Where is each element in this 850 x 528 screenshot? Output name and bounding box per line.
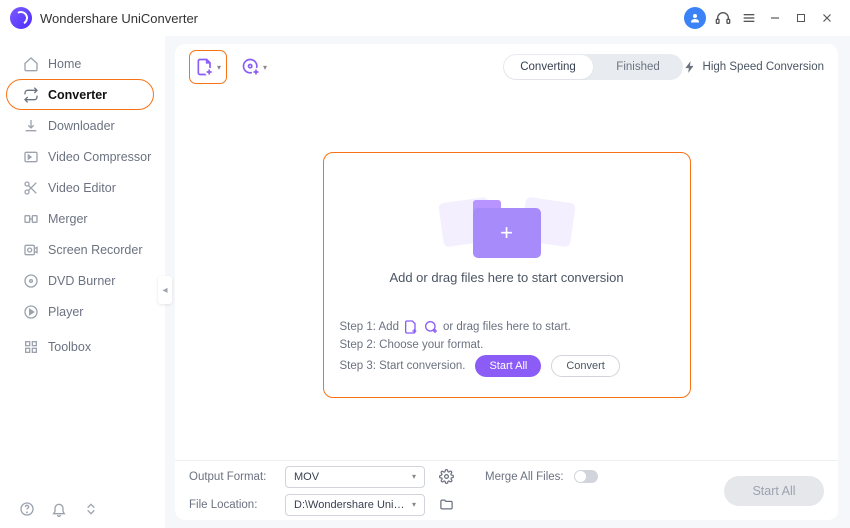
sidebar-item-toolbox[interactable]: Toolbox [0, 331, 165, 362]
sidebar-item-merger[interactable]: Merger [0, 203, 165, 234]
tab-converting[interactable]: Converting [504, 55, 593, 79]
converter-icon [22, 86, 40, 104]
file-location-value: D:\Wondershare UniConverter [294, 499, 412, 511]
menu-icon[interactable] [736, 5, 762, 31]
start-all-button[interactable]: Start All [724, 476, 824, 506]
sidebar-item-converter[interactable]: Converter [0, 79, 165, 110]
grid-icon [22, 338, 40, 356]
sidebar-item-label: Player [48, 305, 83, 319]
file-location-select[interactable]: D:\Wondershare UniConverter ▾ [285, 494, 425, 516]
scissors-icon [22, 179, 40, 197]
main-toolbar: ▾ ▾ Converting Finished High Speed Conve… [175, 44, 838, 90]
sidebar-collapse-handle[interactable]: ◂ [158, 276, 172, 304]
merge-label: Merge All Files: [485, 471, 564, 483]
lightning-icon [683, 60, 697, 74]
chevron-down-icon: ▾ [412, 472, 416, 481]
merger-icon [22, 210, 40, 228]
headset-icon[interactable] [710, 5, 736, 31]
sidebar-item-label: Video Editor [48, 181, 116, 195]
add-dvd-icon [423, 319, 439, 335]
file-location-label: File Location: [189, 499, 275, 511]
add-dvd-button[interactable]: ▾ [235, 50, 273, 84]
tab-segmented: Converting Finished [503, 54, 683, 80]
app-title: Wondershare UniConverter [40, 11, 198, 26]
tab-finished[interactable]: Finished [594, 54, 683, 80]
sidebar-item-label: Home [48, 57, 81, 71]
compress-icon [22, 148, 40, 166]
transfer-icon[interactable] [82, 500, 100, 518]
recorder-icon [22, 241, 40, 259]
home-icon [22, 55, 40, 73]
sidebar-item-editor[interactable]: Video Editor [0, 172, 165, 203]
sidebar-item-home[interactable]: Home [0, 48, 165, 79]
output-format-select[interactable]: MOV ▾ [285, 466, 425, 488]
sidebar-item-downloader[interactable]: Downloader [0, 110, 165, 141]
output-format-label: Output Format: [189, 471, 275, 483]
window-close[interactable] [814, 5, 840, 31]
user-avatar[interactable] [684, 7, 706, 29]
open-folder-icon[interactable] [435, 494, 457, 516]
start-all-button-small[interactable]: Start All [475, 355, 541, 377]
sidebar-item-player[interactable]: Player [0, 296, 165, 327]
bell-icon[interactable] [50, 500, 68, 518]
download-icon [22, 117, 40, 135]
sidebar-item-label: Merger [48, 212, 88, 226]
step-3: Step 3: Start conversion. Start All Conv… [340, 355, 674, 377]
output-settings-icon[interactable] [435, 466, 457, 488]
window-minimize[interactable] [762, 5, 788, 31]
add-file-icon [403, 319, 419, 335]
chevron-down-icon: ▾ [217, 63, 221, 72]
sidebar-item-dvd[interactable]: DVD Burner [0, 265, 165, 296]
window-maximize[interactable] [788, 5, 814, 31]
high-speed-toggle[interactable]: High Speed Conversion [683, 60, 824, 74]
add-file-button[interactable]: ▾ [189, 50, 227, 84]
help-icon[interactable] [18, 500, 36, 518]
disc-icon [22, 272, 40, 290]
step-2: Step 2: Choose your format. [340, 339, 674, 351]
sidebar-item-label: DVD Burner [48, 274, 115, 288]
titlebar: Wondershare UniConverter [0, 0, 850, 36]
output-format-value: MOV [294, 471, 319, 483]
sidebar-item-recorder[interactable]: Screen Recorder [0, 234, 165, 265]
chevron-down-icon: ▾ [412, 500, 416, 509]
sidebar-item-label: Toolbox [48, 340, 91, 354]
dropzone-headline: Add or drag files here to start conversi… [389, 270, 623, 285]
merge-toggle[interactable] [574, 470, 598, 483]
sidebar-item-label: Video Compressor [48, 150, 151, 164]
convert-button-small[interactable]: Convert [551, 355, 620, 377]
step-1: Step 1: Add or drag files here to start. [340, 319, 674, 335]
play-icon [22, 303, 40, 321]
dropzone[interactable]: + Add or drag files here to start conver… [323, 152, 691, 398]
sidebar-item-compressor[interactable]: Video Compressor [0, 141, 165, 172]
footer-bar: Output Format: MOV ▾ Merge All Files: Fi… [175, 460, 838, 520]
sidebar: Home Converter Downloader Video Compress… [0, 36, 165, 528]
sidebar-item-label: Downloader [48, 119, 115, 133]
app-logo [10, 7, 32, 29]
sidebar-item-label: Screen Recorder [48, 243, 143, 257]
chevron-down-icon: ▾ [263, 63, 267, 72]
hsc-label: High Speed Conversion [703, 61, 824, 73]
sidebar-item-label: Converter [48, 88, 107, 102]
folder-illustration: + [457, 194, 557, 258]
